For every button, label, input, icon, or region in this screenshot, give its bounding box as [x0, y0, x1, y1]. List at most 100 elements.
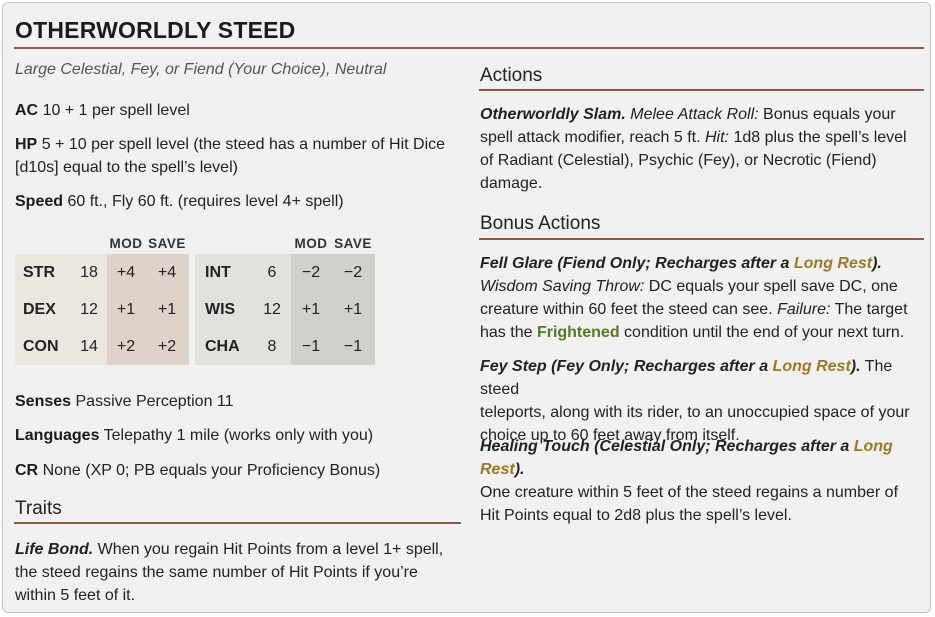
action-name: Otherworldly Slam. [480, 106, 626, 123]
ability-row-cha: CHA 8 −1 −1 [195, 328, 375, 365]
creature-type: Large Celestial, Fey, or Fiend (Your Cho… [15, 61, 387, 78]
armor-class: AC 10 + 1 per spell level [15, 99, 465, 122]
punctuation: ). [514, 461, 525, 478]
statblock-card: OTHERWORLDLY STEED Large Celestial, Fey,… [2, 2, 931, 613]
hp-value-line1: 5 + 10 per spell level (the steed has a … [41, 136, 446, 153]
ability-save: −2 [331, 254, 375, 291]
speed: Speed 60 ft., Fly 60 ft. (requires level… [15, 190, 465, 213]
actions-divider [479, 89, 924, 91]
ability-score: 14 [71, 328, 107, 365]
ability-mod: +4 [107, 254, 145, 291]
trait-text: the steed regains the same number of Hit… [15, 564, 418, 581]
languages: Languages Telepathy 1 mile (works only w… [15, 424, 465, 447]
hit-points: HP 5 + 10 per spell level (the steed has… [15, 133, 465, 179]
action-text: 1d8 plus the spell’s level [729, 129, 907, 146]
bonus-name: Fell Glare (Fiend Only; Recharges after … [480, 255, 794, 272]
ability-name: STR [15, 254, 71, 291]
ability-row-int: INT 6 −2 −2 [195, 254, 375, 291]
trait-text: within 5 feet of it. [15, 587, 136, 604]
title-divider [14, 47, 924, 49]
ability-mod: +1 [107, 291, 145, 328]
action-text: Bonus equals your [758, 106, 896, 123]
senses-label: Senses [15, 393, 72, 410]
statblock-title: OTHERWORLDLY STEED [15, 17, 296, 43]
trait-life-bond: Life Bond. When you regain Hit Points fr… [15, 538, 465, 607]
attack-type: Melee Attack Roll: [630, 106, 759, 123]
trait-name: Life Bond. [15, 541, 94, 558]
ability-score: 12 [71, 291, 107, 328]
failure-label: Failure: [777, 301, 831, 318]
languages-label: Languages [15, 427, 100, 444]
action-text: spell attack modifier, reach 5 ft. [480, 129, 705, 146]
ability-mod: +1 [291, 291, 331, 328]
hp-label: HP [15, 136, 38, 153]
ability-mod: +2 [107, 328, 145, 365]
bonus-text: Hit Points equal to 2d8 plus the spell’s… [480, 507, 792, 524]
bonus-text: The target [830, 301, 908, 318]
ability-mod: −1 [291, 328, 331, 365]
action-text: damage. [480, 175, 543, 192]
ability-name: CHA [195, 328, 253, 365]
punctuation: ). [872, 255, 882, 272]
bonus-text: DC equals your spell save DC, one [644, 278, 898, 295]
ability-save: −1 [331, 328, 375, 365]
long-rest-link[interactable]: Long Rest [794, 255, 872, 272]
bonus-text: has the [480, 324, 537, 341]
languages-value: Telepathy 1 mile (works only with you) [103, 427, 374, 444]
ability-score: 12 [253, 291, 291, 328]
bonus-text: One creature within 5 feet of the steed … [480, 484, 899, 501]
traits-heading: Traits [15, 498, 62, 519]
bonus-fell-glare: Fell Glare (Fiend Only; Recharges after … [480, 252, 932, 344]
cr-label: CR [15, 462, 39, 479]
frightened-link[interactable]: Frightened [537, 324, 620, 341]
ac-label: AC [15, 102, 39, 119]
ability-score: 8 [253, 328, 291, 365]
save-label: Wisdom Saving Throw: [480, 278, 645, 295]
save-header: SAVE [148, 235, 186, 251]
ability-score: 6 [253, 254, 291, 291]
ability-save: +4 [145, 254, 189, 291]
ability-name: WIS [195, 291, 253, 328]
ability-row-con: CON 14 +2 +2 [15, 328, 189, 365]
ability-name: CON [15, 328, 71, 365]
ability-name: INT [195, 254, 253, 291]
punctuation: ). [850, 358, 861, 375]
challenge-rating: CR None (XP 0; PB equals your Proficienc… [15, 459, 465, 482]
ability-row-dex: DEX 12 +1 +1 [15, 291, 189, 328]
ac-value: 10 + 1 per spell level [42, 102, 190, 119]
bonus-actions-heading: Bonus Actions [480, 213, 601, 234]
ability-name: DEX [15, 291, 71, 328]
ability-score: 18 [71, 254, 107, 291]
bonus-name: Fey Step (Fey Only; Recharges after a [480, 358, 773, 375]
hp-value-line2: [d10s] equal to the spell’s level) [15, 159, 238, 176]
ability-save: +1 [145, 291, 189, 328]
mod-header: MOD [294, 235, 328, 251]
trait-text: When you regain Hit Points from a level … [93, 541, 444, 558]
bonus-healing-touch: Healing Touch (Celestial Only; Recharges… [480, 435, 932, 527]
ability-mod: −2 [291, 254, 331, 291]
bonus-name: Healing Touch (Celestial Only; Recharges… [480, 438, 854, 455]
cr-value: None (XP 0; PB equals your Proficiency B… [42, 462, 381, 479]
bonus-fey-step: Fey Step (Fey Only; Recharges after a Lo… [480, 355, 932, 447]
senses: Senses Passive Perception 11 [15, 390, 465, 413]
speed-value: 60 ft., Fly 60 ft. (requires level 4+ sp… [67, 193, 344, 210]
senses-value: Passive Perception 11 [75, 393, 234, 410]
ability-row-wis: WIS 12 +1 +1 [195, 291, 375, 328]
action-otherworldly-slam: Otherworldly Slam. Melee Attack Roll: Bo… [480, 103, 930, 195]
traits-divider [14, 522, 461, 524]
action-text: of Radiant (Celestial), Psychic (Fey), o… [480, 152, 877, 169]
bonus-text: condition until the end of your next tur… [619, 324, 905, 341]
mental-abilities-table: MOD SAVE INT 6 −2 −2 WIS 12 +1 +1 CHA 8 … [195, 232, 375, 365]
mod-header: MOD [109, 235, 143, 251]
long-rest-link[interactable]: Long Rest [773, 358, 851, 375]
save-header: SAVE [334, 235, 372, 251]
ability-row-str: STR 18 +4 +4 [15, 254, 189, 291]
physical-abilities-table: MOD SAVE STR 18 +4 +4 DEX 12 +1 +1 CON 1… [15, 232, 189, 365]
bonus-actions-divider [479, 238, 924, 240]
bonus-text: creature within 60 feet the steed can se… [480, 301, 778, 318]
ability-save: +2 [145, 328, 189, 365]
actions-heading: Actions [480, 65, 543, 86]
speed-label: Speed [15, 193, 64, 210]
ability-save: +1 [331, 291, 375, 328]
bonus-text: teleports, along with its rider, to an u… [480, 404, 910, 421]
